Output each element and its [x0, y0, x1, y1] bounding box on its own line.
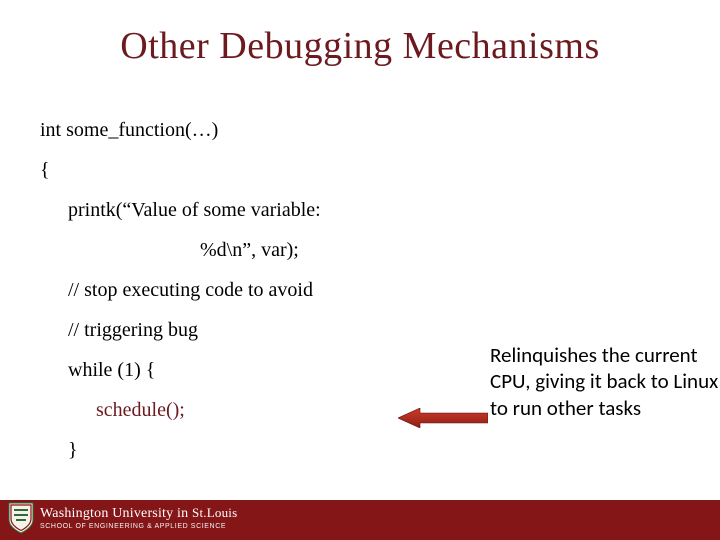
wustl-name-a: Washington University in	[40, 506, 188, 521]
wustl-school-line: SCHOOL OF ENGINEERING & APPLIED SCIENCE	[40, 521, 237, 530]
code-line: }	[40, 430, 400, 470]
wustl-line1: Washington University in St.Louis	[40, 506, 237, 521]
wustl-logo: Washington University in St.Louis SCHOOL…	[8, 502, 237, 534]
code-line: while (1) {	[40, 350, 400, 390]
wustl-shield-icon	[8, 502, 34, 534]
code-line: // stop executing code to avoid	[40, 270, 400, 310]
wustl-text: Washington University in St.Louis SCHOOL…	[40, 506, 237, 530]
slide: Other Debugging Mechanisms int some_func…	[0, 0, 720, 540]
code-block: int some_function(…) { printk(“Value of …	[40, 110, 400, 470]
code-line: %d\n”, var);	[40, 230, 400, 270]
arrow-left-icon	[398, 408, 488, 428]
code-line-schedule: schedule();	[40, 390, 400, 430]
code-line: {	[40, 150, 400, 190]
slide-title: Other Debugging Mechanisms	[0, 24, 720, 68]
code-line: int some_function(…)	[40, 110, 400, 150]
annotation-text: Relinquishes the current CPU, giving it …	[490, 342, 720, 421]
code-line: // triggering bug	[40, 310, 400, 350]
code-line: printk(“Value of some variable:	[40, 190, 400, 230]
wustl-name-b: St.Louis	[192, 505, 237, 520]
